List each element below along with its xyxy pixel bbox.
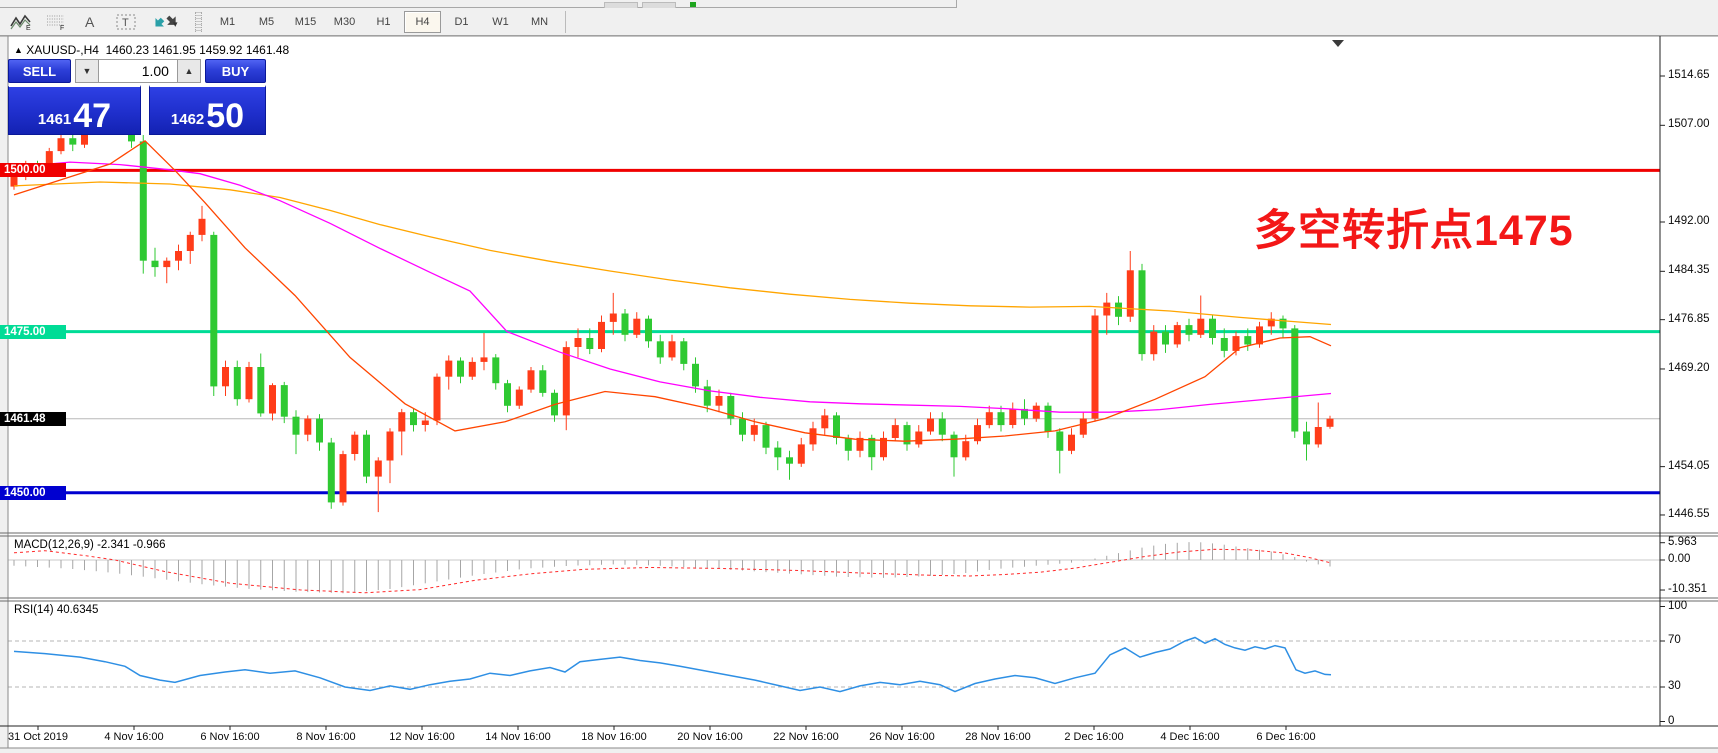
time-tick-14: 6 Dec 16:00 bbox=[1256, 731, 1315, 743]
macd-tick-5.963: 5.963 bbox=[1668, 536, 1697, 548]
symbol-ohlc-header: ▲ XAUUSD-,H4 1460.23 1461.95 1459.92 146… bbox=[14, 43, 289, 57]
chart-shift-marker-icon[interactable] bbox=[1332, 40, 1344, 47]
volume-stepper: ▼ ▲ bbox=[75, 59, 201, 83]
ohlc-open: 1460.23 bbox=[106, 43, 149, 57]
time-tick-13: 4 Dec 16:00 bbox=[1160, 731, 1219, 743]
time-tick-1: 31 Oct 2019 bbox=[8, 731, 68, 743]
time-tick-11: 28 Nov 16:00 bbox=[965, 731, 1030, 743]
price-tick-1514.65: 1514.65 bbox=[1668, 69, 1710, 81]
price-tick-1507.00: 1507.00 bbox=[1668, 118, 1710, 130]
time-tick-2: 4 Nov 16:00 bbox=[104, 731, 163, 743]
time-tick-12: 2 Dec 16:00 bbox=[1064, 731, 1123, 743]
price-tick-1469.20: 1469.20 bbox=[1668, 362, 1710, 374]
macd-tick-0.00: 0.00 bbox=[1668, 553, 1690, 565]
price-level-tag-1475.00: 1475.00 bbox=[0, 325, 66, 339]
macd-tick--10.351: -10.351 bbox=[1668, 583, 1707, 595]
rsi-line bbox=[14, 638, 1331, 692]
ohlc-high: 1461.95 bbox=[152, 43, 195, 57]
ohlc-low: 1459.92 bbox=[199, 43, 242, 57]
rsi-tick-70: 70 bbox=[1668, 634, 1681, 646]
buy-button[interactable]: BUY bbox=[205, 59, 266, 83]
ask-price-small: 1462 bbox=[171, 111, 204, 128]
price-tick-1454.05: 1454.05 bbox=[1668, 460, 1710, 472]
price-level-tag-1450.00: 1450.00 bbox=[0, 486, 66, 500]
volume-input[interactable] bbox=[99, 59, 177, 83]
macd-indicator-label: MACD(12,26,9) -2.341 -0.966 bbox=[14, 539, 166, 551]
rsi-tick-100: 100 bbox=[1668, 600, 1687, 612]
price-tick-1492.00: 1492.00 bbox=[1668, 215, 1710, 227]
ohlc-close: 1461.48 bbox=[246, 43, 289, 57]
price-level-tag-1500.00: 1500.00 bbox=[0, 163, 66, 177]
time-tick-4: 8 Nov 16:00 bbox=[296, 731, 355, 743]
time-tick-3: 6 Nov 16:00 bbox=[200, 731, 259, 743]
mt4-terminal-window: E F A T ▾ bbox=[0, 0, 1718, 753]
rsi-tick-0: 0 bbox=[1668, 715, 1674, 727]
bid-price-big: 47 bbox=[73, 101, 111, 131]
time-tick-5: 12 Nov 16:00 bbox=[389, 731, 454, 743]
candlestick-series bbox=[11, 100, 1334, 513]
price-tick-1476.85: 1476.85 bbox=[1668, 313, 1710, 325]
time-tick-10: 26 N​ov 16:00 bbox=[869, 731, 934, 743]
one-click-trading-panel: SELL ▼ ▲ BUY 1461 47 1462 50 bbox=[8, 59, 266, 131]
macd-signal-line bbox=[14, 549, 1331, 593]
volume-decrease-button[interactable]: ▼ bbox=[75, 59, 99, 83]
bid-price-box[interactable]: 1461 47 bbox=[8, 85, 141, 135]
chart-annotation-text: 多空转折点1475 bbox=[1254, 196, 1574, 258]
ask-price-box[interactable]: 1462 50 bbox=[149, 85, 266, 135]
volume-increase-button[interactable]: ▲ bbox=[177, 59, 201, 83]
ask-price-big: 50 bbox=[206, 101, 244, 131]
time-tick-6: 14 Nov 16:00 bbox=[485, 731, 550, 743]
time-tick-7: 18 Nov 16:00 bbox=[581, 731, 646, 743]
bid-price-small: 1461 bbox=[38, 111, 71, 128]
price-tick-1484.35: 1484.35 bbox=[1668, 264, 1710, 276]
collapse-arrow-icon[interactable]: ▲ bbox=[14, 45, 23, 55]
price-tick-1446.55: 1446.55 bbox=[1668, 508, 1710, 520]
rsi-indicator-label: RSI(14) 40.6345 bbox=[14, 604, 98, 616]
time-tick-9: 22 Nov 16:00 bbox=[773, 731, 838, 743]
symbol-name: XAUUSD-,H4 bbox=[26, 43, 99, 57]
sell-button[interactable]: SELL bbox=[8, 59, 71, 83]
price-level-tag-1461.48: 1461.48 bbox=[0, 412, 66, 426]
time-tick-8: 20 Nov 16:00 bbox=[677, 731, 742, 743]
rsi-tick-30: 30 bbox=[1668, 680, 1681, 692]
